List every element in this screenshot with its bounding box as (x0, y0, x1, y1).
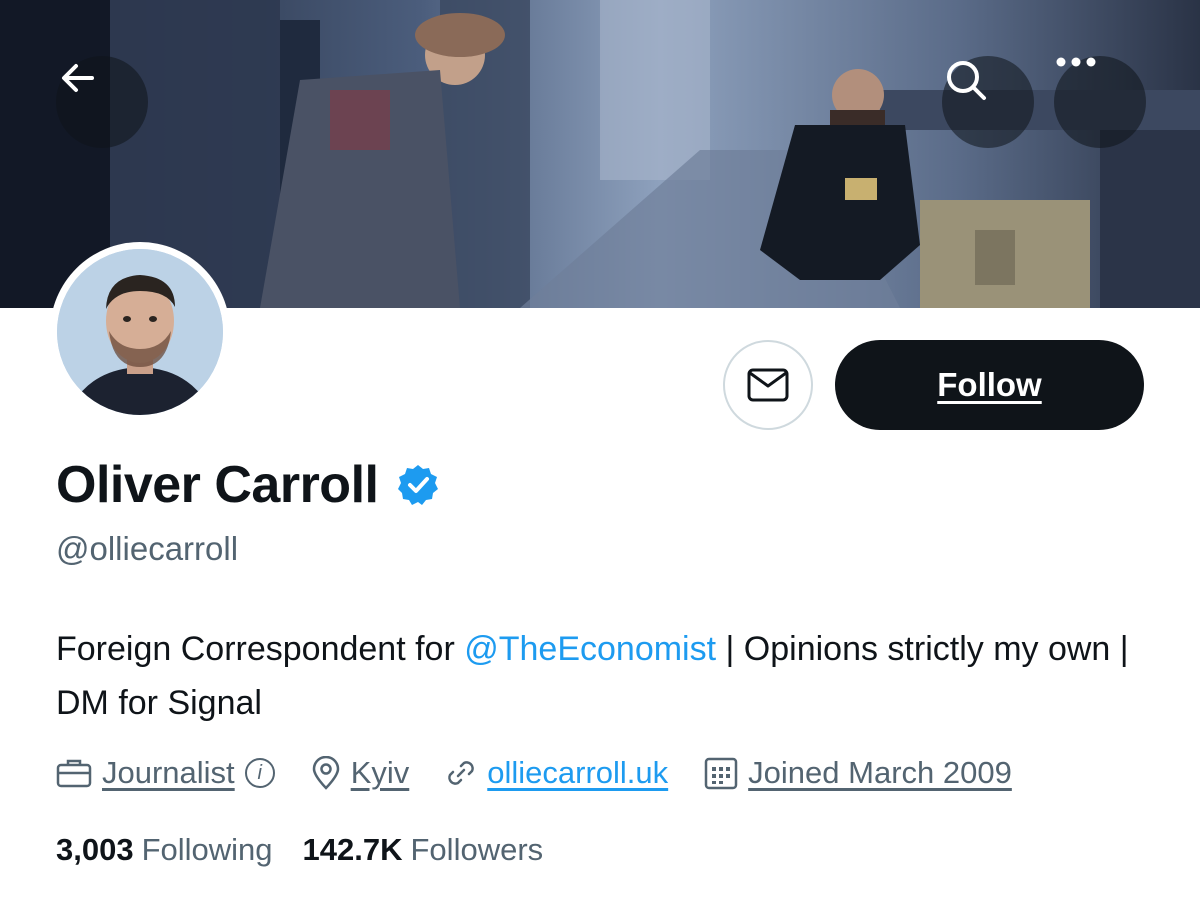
profile-website[interactable]: olliecarroll.uk (445, 755, 668, 791)
bio-text-before: Foreign Correspondent for (56, 630, 465, 668)
calendar-icon (704, 757, 738, 790)
location-label: Kyiv (350, 755, 410, 790)
joined-date: Joined March 2009 (748, 755, 1012, 790)
bio-mention-link[interactable]: @TheEconomist (464, 630, 716, 668)
mail-icon (747, 368, 789, 402)
avatar-photo (57, 249, 223, 415)
profile-stats: 3,003 Following 142.7K Followers (56, 832, 573, 868)
info-icon: i (244, 758, 275, 788)
following-label: Following (141, 832, 273, 867)
followers-link[interactable]: 142.7K Followers (303, 832, 544, 868)
search-button[interactable] (942, 56, 1034, 148)
profile-name-row: Oliver Carroll (56, 450, 440, 520)
location-pin-icon (312, 756, 339, 790)
briefcase-icon (56, 759, 92, 788)
followers-label: Followers (410, 832, 544, 867)
profile-name: Oliver Carroll (56, 456, 379, 514)
followers-count: 142.7K (302, 832, 403, 867)
arrow-left-icon (62, 64, 94, 92)
profile-avatar[interactable] (50, 242, 230, 422)
following-count: 3,003 (56, 832, 134, 867)
search-icon (947, 61, 986, 100)
following-link[interactable]: 3,003 Following (56, 832, 273, 868)
website-link: olliecarroll.uk (487, 755, 669, 790)
verified-badge-icon (398, 465, 439, 505)
message-button[interactable] (723, 340, 813, 430)
more-options-button[interactable] (1054, 56, 1146, 148)
profile-category[interactable]: Journalist i (56, 755, 275, 791)
profile-meta: Journalist i Kyiv olliecarroll.uk Joined… (56, 748, 1048, 798)
category-label: Journalist (102, 755, 235, 790)
profile-location[interactable]: Kyiv (311, 755, 410, 791)
profile-joined[interactable]: Joined March 2009 (704, 755, 1012, 791)
back-button[interactable] (56, 56, 148, 148)
profile-bio: Foreign Correspondent for @TheEconomist … (56, 622, 1166, 730)
link-icon (448, 761, 475, 785)
more-horizontal-icon (1056, 57, 1096, 67)
follow-button[interactable]: Follow (835, 340, 1144, 430)
profile-handle: @olliecarroll (56, 530, 239, 567)
